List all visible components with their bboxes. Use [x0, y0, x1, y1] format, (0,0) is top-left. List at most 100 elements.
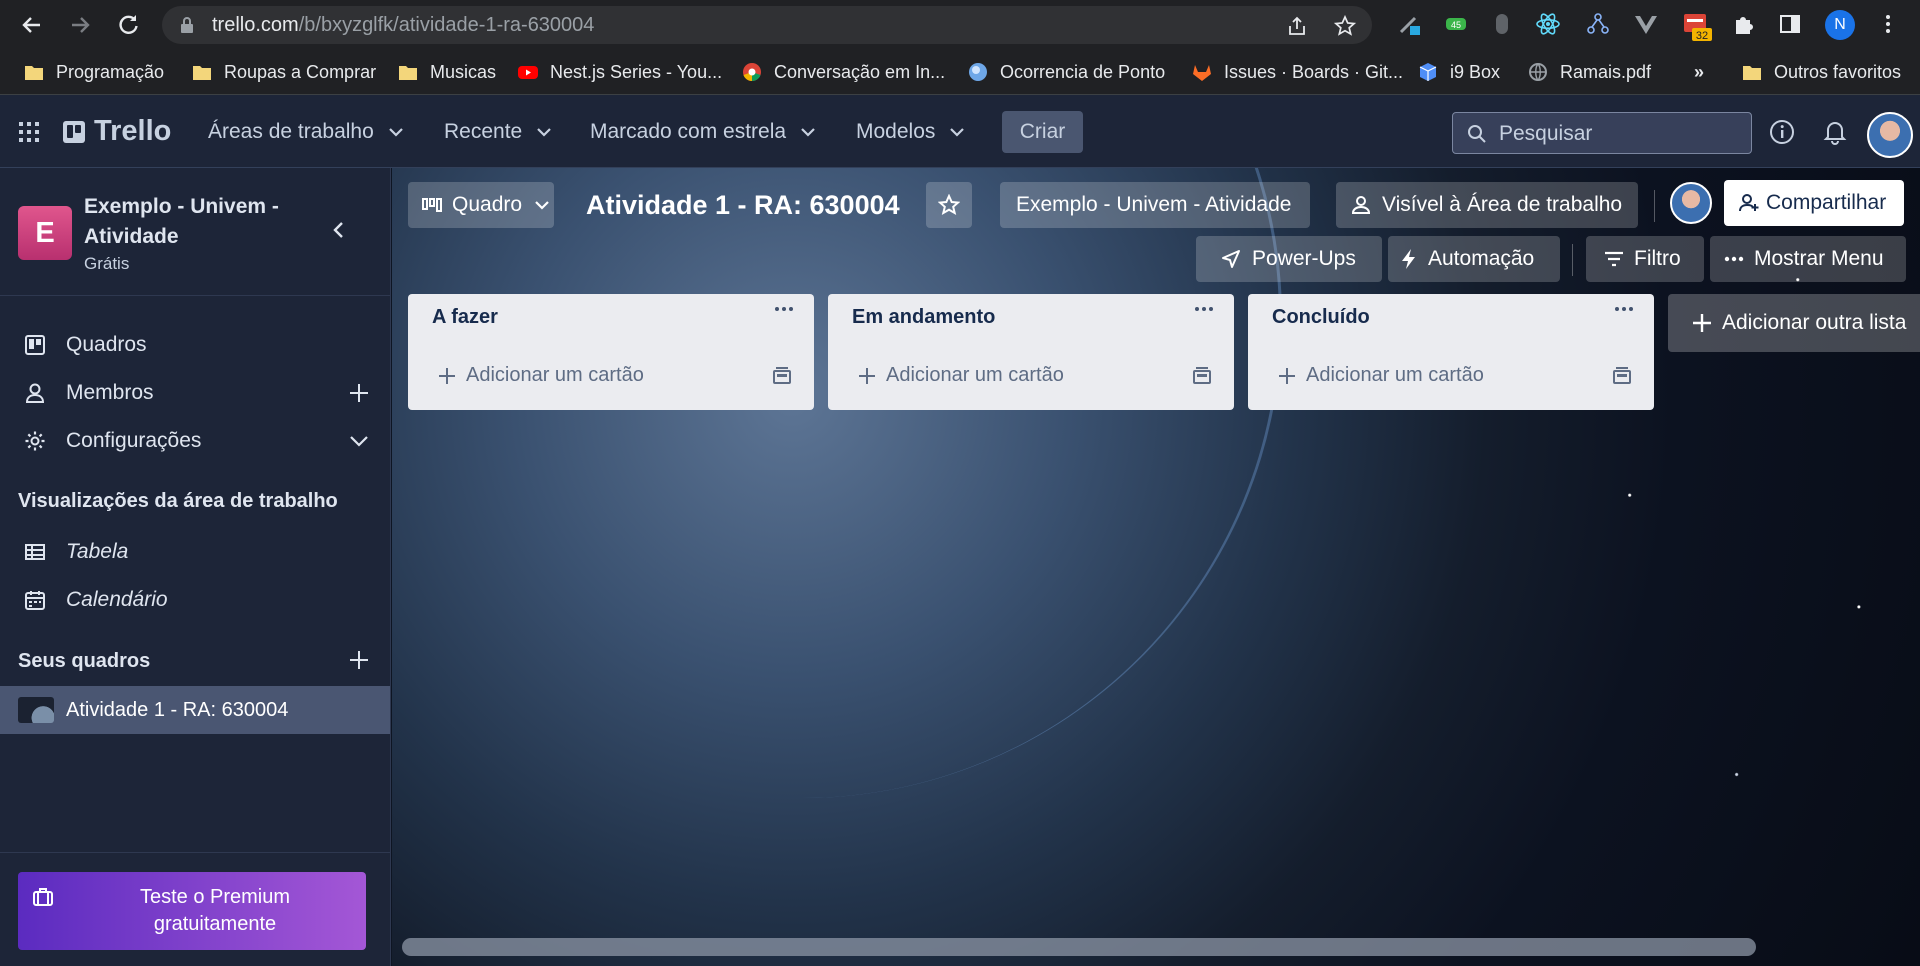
list-menu-icon[interactable] [1614, 306, 1634, 312]
list-title[interactable]: A fazer [432, 306, 498, 329]
vue-devtools-icon[interactable] [1634, 12, 1658, 36]
chevron-left-icon[interactable] [329, 220, 349, 240]
bookmark-programacao[interactable]: Programação [24, 59, 164, 85]
browser-toolbar: trello.com/b/bxyzglfk/atividade-1-ra-630… [0, 0, 1920, 49]
board-view-switcher[interactable]: Quadro [408, 182, 554, 228]
extension-pen-icon[interactable] [1398, 12, 1422, 36]
person-icon [25, 383, 45, 403]
svg-text:32: 32 [1696, 30, 1708, 42]
chevron-down-icon [950, 127, 965, 137]
plus-icon [439, 367, 455, 384]
chrome-icon [743, 63, 761, 82]
bookmark-nestjs[interactable]: Nest.js Series - You... [518, 59, 722, 85]
menu-modelos[interactable]: Modelos [856, 95, 965, 168]
grid-icon [19, 121, 39, 142]
lock-icon [181, 17, 193, 33]
board-member-avatar[interactable] [1670, 182, 1712, 224]
add-person-icon [1739, 194, 1759, 212]
plus-icon [1693, 314, 1711, 332]
list-menu-icon[interactable] [774, 306, 794, 312]
gear-icon [25, 431, 45, 451]
card-template-icon[interactable] [1612, 366, 1632, 386]
folder-icon [399, 66, 417, 80]
show-menu-button[interactable]: Mostrar Menu [1710, 236, 1906, 282]
list-menu-icon[interactable] [1194, 306, 1214, 312]
list-a-fazer[interactable]: A fazer Adicionar um cartão [408, 294, 814, 410]
extension-calendar-icon[interactable]: 32 [1682, 12, 1712, 42]
workspace-plan: Grátis [84, 254, 130, 273]
sidebar-board-atividade[interactable]: Atividade 1 - RA: 630004 [0, 686, 390, 734]
add-card-button[interactable]: Adicionar um cartão [438, 364, 644, 387]
app-switcher-button[interactable] [18, 95, 40, 168]
profile-avatar[interactable]: N [1825, 10, 1855, 40]
premium-trial-button[interactable]: Teste o Premium gratuitamente [18, 872, 366, 950]
back-button[interactable] [18, 11, 46, 39]
bookmark-outros-favoritos[interactable]: Outros favoritos [1742, 59, 1901, 85]
divider [1654, 190, 1655, 222]
extension-battery-icon[interactable]: 45 [1444, 12, 1468, 36]
bookmark-i9box[interactable]: i9 Box [1418, 59, 1500, 85]
list-title[interactable]: Em andamento [852, 306, 995, 329]
bookmark-gitlab[interactable]: Issues · Boards · Git... [1192, 59, 1403, 85]
automation-button[interactable]: Automação [1388, 236, 1560, 282]
card-template-icon[interactable] [772, 366, 792, 386]
power-ups-button[interactable]: Power-Ups [1196, 236, 1382, 282]
board-title[interactable]: Atividade 1 - RA: 630004 [586, 182, 900, 228]
menu-marcado-com-estrela[interactable]: Marcado com estrela [590, 95, 816, 168]
trello-logo[interactable]: Trello [62, 95, 171, 168]
reload-icon [119, 15, 138, 34]
address-bar[interactable]: trello.com/b/bxyzglfk/atividade-1-ra-630… [162, 6, 1372, 44]
menu-areas-de-trabalho[interactable]: Áreas de trabalho [208, 95, 404, 168]
bookmark-ramais[interactable]: Ramais.pdf [1528, 59, 1651, 85]
filter-button[interactable]: Filtro [1586, 236, 1704, 282]
search-icon [1468, 125, 1486, 143]
kebab-menu-icon[interactable] [1876, 12, 1900, 36]
user-avatar[interactable] [1867, 112, 1913, 158]
sidebar-item-calendario[interactable]: Calendário [0, 578, 390, 622]
star-board-button[interactable] [926, 182, 972, 228]
search-input[interactable]: Pesquisar [1452, 112, 1752, 154]
bookmark-ocorrencia[interactable]: Ocorrencia de Ponto [968, 59, 1165, 85]
list-title[interactable]: Concluído [1272, 306, 1370, 329]
bookmark-musicas[interactable]: Musicas [398, 59, 496, 85]
sidebar-item-tabela[interactable]: Tabela [0, 530, 390, 574]
bell-icon[interactable] [1822, 119, 1848, 145]
folder-icon [1743, 66, 1761, 80]
list-concluido[interactable]: Concluído Adicionar um cartão [1248, 294, 1654, 410]
forward-button[interactable] [66, 11, 94, 39]
visibility-button[interactable]: Visível à Área de trabalho [1336, 182, 1638, 228]
add-member-plus-icon[interactable] [348, 382, 370, 404]
sidebar-item-quadros[interactable]: Quadros [0, 323, 390, 367]
add-card-button[interactable]: Adicionar um cartão [858, 364, 1064, 387]
add-list-button[interactable]: Adicionar outra lista [1668, 294, 1920, 352]
horizontal-scrollbar[interactable] [402, 938, 1756, 956]
react-devtools-icon[interactable] [1536, 12, 1560, 36]
list-em-andamento[interactable]: Em andamento Adicionar um cartão [828, 294, 1234, 410]
card-template-icon[interactable] [1192, 366, 1212, 386]
rocket-icon [1222, 250, 1240, 268]
workspace-name[interactable]: Exemplo - Univem - Atividade [84, 192, 304, 252]
bookmark-conversacao[interactable]: Conversação em In... [742, 59, 945, 85]
workspace-link-button[interactable]: Exemplo - Univem - Atividade [1000, 182, 1310, 228]
globe-icon [969, 63, 987, 81]
plus-icon [1279, 367, 1295, 384]
add-card-button[interactable]: Adicionar um cartão [1278, 364, 1484, 387]
chevron-down-icon[interactable] [348, 430, 370, 452]
sidebar-item-membros[interactable]: Membros [0, 371, 390, 415]
extensions-puzzle-icon[interactable] [1732, 12, 1756, 36]
sidebar-item-configuracoes[interactable]: Configurações [0, 419, 390, 463]
info-icon[interactable] [1769, 119, 1795, 145]
reload-button[interactable] [114, 11, 142, 39]
share-button[interactable]: Compartilhar [1724, 180, 1904, 226]
create-button[interactable]: Criar [1002, 111, 1083, 153]
bookmarks-overflow[interactable]: » [1694, 59, 1704, 85]
add-board-plus-icon[interactable] [348, 649, 370, 671]
extension-graph-icon[interactable] [1586, 12, 1610, 36]
filter-icon [1605, 251, 1623, 267]
extension-mouse-icon[interactable] [1490, 12, 1514, 36]
menu-recente[interactable]: Recente [444, 95, 552, 168]
bookmark-roupas[interactable]: Roupas a Comprar [192, 59, 376, 85]
url-text: trello.com/b/bxyzglfk/atividade-1-ra-630… [212, 14, 595, 36]
side-panel-icon[interactable] [1778, 12, 1802, 36]
web-icon [1529, 63, 1547, 81]
